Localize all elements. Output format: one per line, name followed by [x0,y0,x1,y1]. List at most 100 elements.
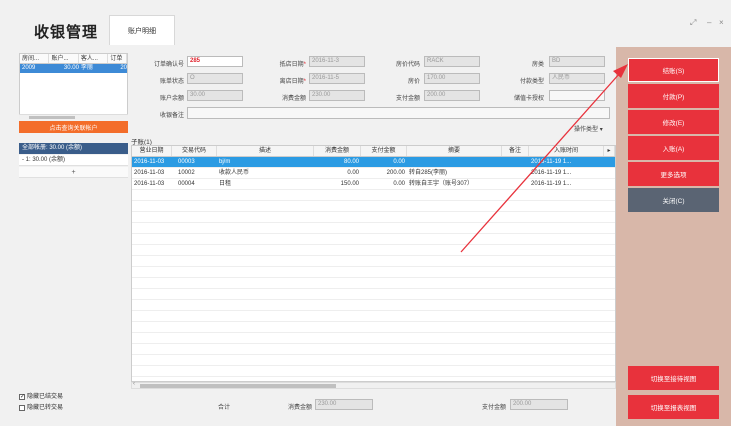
cell-summary [407,157,502,167]
cell-code: 00004 [178,181,195,187]
pay-button[interactable]: 付款(P) [628,84,719,108]
balance-field[interactable]: 30.00 [187,90,243,101]
total-label: 合计 [217,405,230,411]
bill-status-label: 账单状态 [159,79,184,85]
table-scroll-thumb[interactable] [140,384,336,388]
required-mark: * [303,62,306,68]
cell-time: 2016-11-19 1... [531,170,572,176]
checkout-button[interactable]: 结账(S) [628,58,719,82]
cell-payment: 200.00 [386,170,405,176]
empty-row [132,366,615,377]
consumption-field[interactable]: 230.00 [309,90,365,101]
tab-account-detail[interactable]: 账户明细 [109,15,175,45]
remark-field[interactable] [187,107,610,119]
cell-consumption: 0.00 [347,170,359,176]
arrival-date-field[interactable]: 2016-11-3 [309,56,365,67]
cell-date: 2016-11-03 [134,170,165,176]
rate-code-field[interactable]: RACK [424,56,480,67]
empty-row [132,223,615,234]
account-tree-root[interactable]: 全部帐册: 30.00 (余额) [19,143,128,154]
card-auth-field[interactable] [549,90,605,101]
column-chooser-icon[interactable]: ▸ [604,146,615,156]
chevron-down-icon: ▾ [599,127,603,133]
scroll-left-icon[interactable]: ‹ [133,381,135,387]
page-title: 收银管理 [34,24,99,41]
empty-row [132,311,615,322]
query-linked-accounts-button[interactable]: 点击查询关联帐户 [19,121,128,133]
col-order[interactable]: 订单 [108,54,127,63]
payment-label: 支付金额 [395,96,420,102]
close-button[interactable]: 关闭(C) [628,188,719,212]
left-scroll-thumb[interactable] [29,116,75,119]
table-scrollbar[interactable]: ‹ [131,381,616,389]
table-row[interactable]: 2009 30.00 李丽 20 [20,64,127,73]
pay-type-field[interactable]: 人民币 [549,73,605,84]
col-business-date[interactable]: 营业日期 [132,146,172,156]
checkbox-icon[interactable] [19,405,25,411]
cashier-window: 收银管理 账户明细 ⤢ – × 房间... 账户... 客人... 订单 200… [0,0,731,426]
footer-payment-field[interactable]: 200.00 [510,399,568,410]
empty-row [132,234,615,245]
empty-row [132,190,615,201]
more-options-button[interactable]: 更多选项 [628,162,719,186]
restore-icon[interactable]: ⤢ [690,18,696,28]
col-account[interactable]: 账户... [49,54,79,63]
cell-code: 00003 [178,159,195,165]
op-type-dropdown[interactable]: 操作类型 ▾ [574,124,603,133]
cell-time: 2016-11-19 1... [531,159,572,165]
col-description[interactable]: 描述 [217,146,314,156]
empty-row [132,201,615,212]
col-payment[interactable]: 支付金额 [361,146,407,156]
col-post-time[interactable]: 入账时间 [529,146,604,156]
cell-remark [502,168,529,178]
left-scrollbar[interactable] [19,114,128,119]
checkbox-checked-icon[interactable]: ✓ [19,394,25,400]
cell-remark [502,157,529,167]
room-type-field[interactable]: BD [549,56,605,67]
table-row[interactable]: 2016-11-03 00003 bj/m 80.00 0.00 2016-11… [132,157,615,168]
departure-label: 离店日期* [258,76,306,85]
col-summary[interactable]: 摘要 [407,146,502,156]
table-row[interactable]: 2016-11-03 00004 日租 150.00 0.00 转账自王宇（账号… [132,179,615,190]
close-icon[interactable]: × [719,18,724,27]
post-button[interactable]: 入账(A) [628,136,719,160]
bill-status-field[interactable]: O [187,73,243,84]
add-account-button[interactable]: + [19,167,128,178]
col-consumption[interactable]: 消费金额 [314,146,361,156]
modify-button[interactable]: 修改(E) [628,110,719,134]
col-remark[interactable]: 备注 [502,146,529,156]
cell-order: 20 [120,65,128,71]
empty-row [132,256,615,267]
table-row[interactable]: 2016-11-03 10002 收款人民币 0.00 200.00 转自285… [132,168,615,179]
cell-consumption: 150.00 [340,181,359,187]
cell-summary: 转账自王宇（账号307） [409,181,474,187]
balance-label: 账户余额 [159,96,184,102]
room-table: 房间... 账户... 客人... 订单 2009 30.00 李丽 20 [19,53,128,119]
remark-label: 收银备注 [159,113,184,119]
col-room[interactable]: 房间... [20,54,50,63]
cell-summary: 转自285(李丽) [409,170,448,176]
cell-remark [502,179,529,189]
col-guest[interactable]: 客人... [79,54,109,63]
transactions-header: 营业日期 交易代码 描述 消费金额 支付金额 摘要 备注 入账时间 ▸ [132,146,615,157]
footer-payment-label: 支付金额 [481,405,506,411]
footer-consumption-field[interactable]: 230.00 [315,399,373,410]
hide-settled-checkbox[interactable]: ✓ 隐藏已结交易 [19,392,128,402]
cell-consumption: 80.00 [343,159,359,165]
room-rate-field[interactable]: 170.00 [424,73,480,84]
room-rate-label: 房价 [407,79,420,85]
cell-date: 2016-11-03 [134,159,165,165]
payment-field[interactable]: 200.00 [424,90,480,101]
col-trans-code[interactable]: 交易代码 [172,146,217,156]
account-tree-item[interactable]: - 1: 30.00 (余额) [19,155,128,166]
hide-transferred-checkbox[interactable]: 隐藏已转交易 [19,403,128,413]
minimize-icon[interactable]: – [707,18,711,27]
empty-row [132,267,615,278]
order-no-field[interactable]: 285 [187,56,243,67]
cell-desc: 收款人民币 [219,170,250,176]
switch-report-view-button[interactable]: 切换至报表视图 [628,395,719,419]
empty-row [132,289,615,300]
empty-row [132,245,615,256]
departure-date-field[interactable]: 2016-11-5 [309,73,365,84]
switch-reception-view-button[interactable]: 切换至接待视图 [628,366,719,390]
